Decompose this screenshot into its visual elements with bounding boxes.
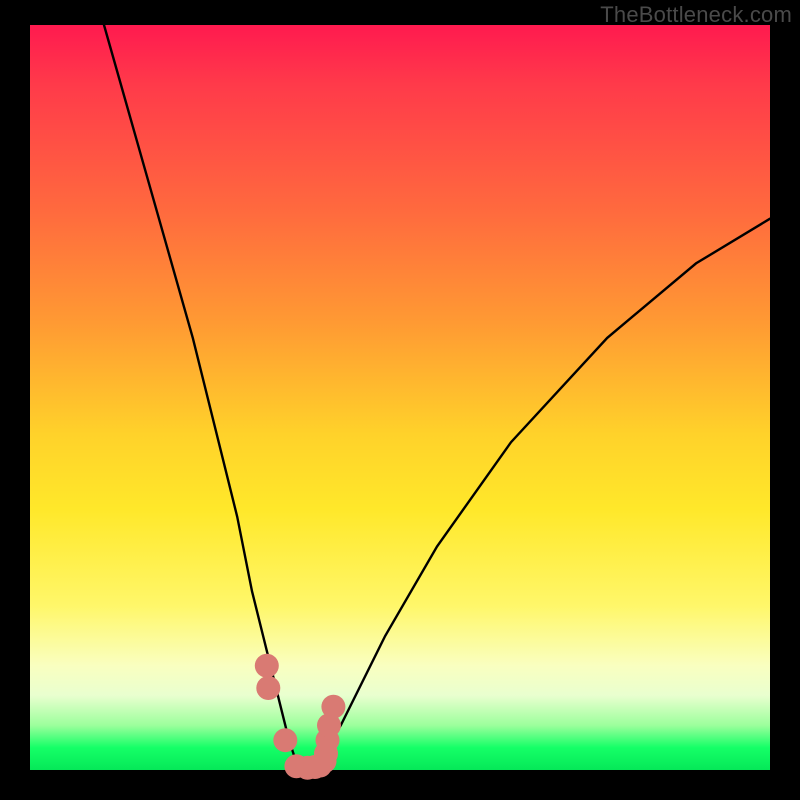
bottleneck-curve <box>104 25 770 770</box>
plot-area <box>30 25 770 770</box>
marker-point <box>255 654 279 678</box>
watermark-text: TheBottleneck.com <box>600 2 792 28</box>
marker-point <box>321 695 345 719</box>
highlight-markers <box>255 654 346 780</box>
marker-point <box>256 676 280 700</box>
chart-frame: TheBottleneck.com <box>0 0 800 800</box>
chart-svg <box>30 25 770 770</box>
marker-point <box>273 728 297 752</box>
